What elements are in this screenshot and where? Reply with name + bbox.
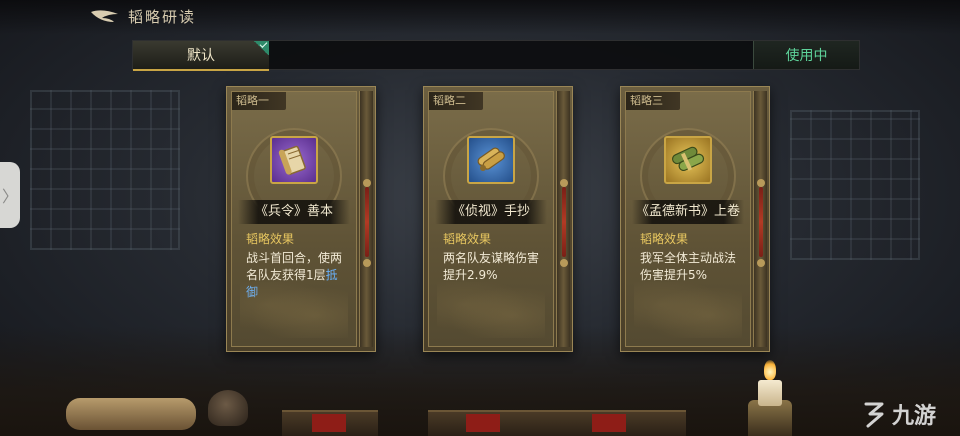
tab-default[interactable]: 默认: [133, 41, 269, 71]
rail-knob: [363, 179, 371, 187]
item-name: 《孟德新书》上卷: [632, 200, 744, 224]
watermark: 九游: [860, 398, 936, 430]
selected-check-icon: [253, 41, 269, 55]
card-tag: 韬略三: [626, 92, 680, 110]
effect-description: 两名队友谋略伤害提升2.9%: [443, 250, 545, 284]
card-pattern: [437, 282, 545, 338]
back-arrow-icon: [91, 10, 118, 22]
card-pattern: [634, 282, 742, 338]
background-candle-flame: [764, 360, 776, 380]
rail-knob: [560, 179, 568, 187]
background-red-slip: [592, 414, 626, 432]
in-use-button[interactable]: 使用中: [753, 41, 859, 69]
effect-text: 我军全体主动战法伤害提升5%: [640, 251, 737, 282]
rail-knob: [560, 259, 568, 267]
background-red-slip: [466, 414, 500, 432]
effect-text: 两名队友谋略伤害提升2.9%: [443, 251, 540, 282]
item-icon-frame[interactable]: [664, 136, 712, 184]
card-side-rail: [359, 91, 373, 347]
in-use-label: 使用中: [785, 48, 828, 64]
strategy-card-1[interactable]: 韬略一 《兵令》善本 韬略效果 战斗首回合，使两名队友获得1层抵御: [226, 86, 376, 352]
effect-label: 韬略效果: [443, 232, 492, 246]
side-expand-handle[interactable]: 〉: [0, 162, 20, 228]
tab-default-label: 默认: [187, 48, 215, 64]
card-pattern: [240, 282, 348, 338]
card-side-rail: [556, 91, 570, 347]
rail-bar: [759, 187, 763, 257]
effect-label: 韬略效果: [640, 232, 689, 246]
blue-scroll-icon: [477, 147, 505, 171]
background-red-slip: [312, 414, 346, 432]
background-window-right: [790, 110, 920, 260]
jiuyou-logo-icon: [864, 402, 884, 428]
back-button[interactable]: [88, 6, 122, 26]
card-side-rail: [753, 91, 767, 347]
top-header: 韬略研读: [0, 0, 960, 34]
strategy-card-3[interactable]: 韬略三 《孟德新书》上卷 韬略效果 我军全体主动战法伤害提升5%: [620, 86, 770, 352]
purple-scroll-icon: [278, 145, 306, 175]
strategy-card-2[interactable]: 韬略二 《侦视》手抄 韬略效果 两名队友谋略伤害提升2.9%: [423, 86, 573, 352]
watermark-text: 九游: [891, 404, 936, 429]
chevron-right-icon: 〉: [1, 187, 18, 206]
card-tag: 韬略一: [232, 92, 286, 110]
rail-knob: [363, 259, 371, 267]
card-tag: 韬略二: [429, 92, 483, 110]
gold-scroll-icon: [671, 146, 705, 172]
rail-bar: [562, 187, 566, 257]
card-face: 韬略二 《侦视》手抄 韬略效果 两名队友谋略伤害提升2.9%: [428, 91, 554, 347]
rail-bar: [365, 187, 369, 257]
background-scroll-bundle: [66, 398, 196, 430]
item-icon-frame[interactable]: [270, 136, 318, 184]
item-name: 《兵令》善本: [238, 200, 350, 224]
effect-description: 我军全体主动战法伤害提升5%: [640, 250, 742, 284]
rail-knob: [757, 179, 765, 187]
background-window-left: [30, 90, 180, 250]
preset-tab-bar: 默认 使用中: [132, 40, 860, 71]
card-face: 韬略三 《孟德新书》上卷 韬略效果 我军全体主动战法伤害提升5%: [625, 91, 751, 347]
background-candle: [758, 380, 782, 406]
rail-knob: [757, 259, 765, 267]
effect-label: 韬略效果: [246, 232, 295, 246]
item-name: 《侦视》手抄: [435, 200, 547, 224]
background-incense-burner: [208, 390, 248, 426]
page-title: 韬略研读: [128, 8, 197, 26]
item-icon-frame[interactable]: [467, 136, 515, 184]
card-face: 韬略一 《兵令》善本 韬略效果 战斗首回合，使两名队友获得1层抵御: [231, 91, 357, 347]
